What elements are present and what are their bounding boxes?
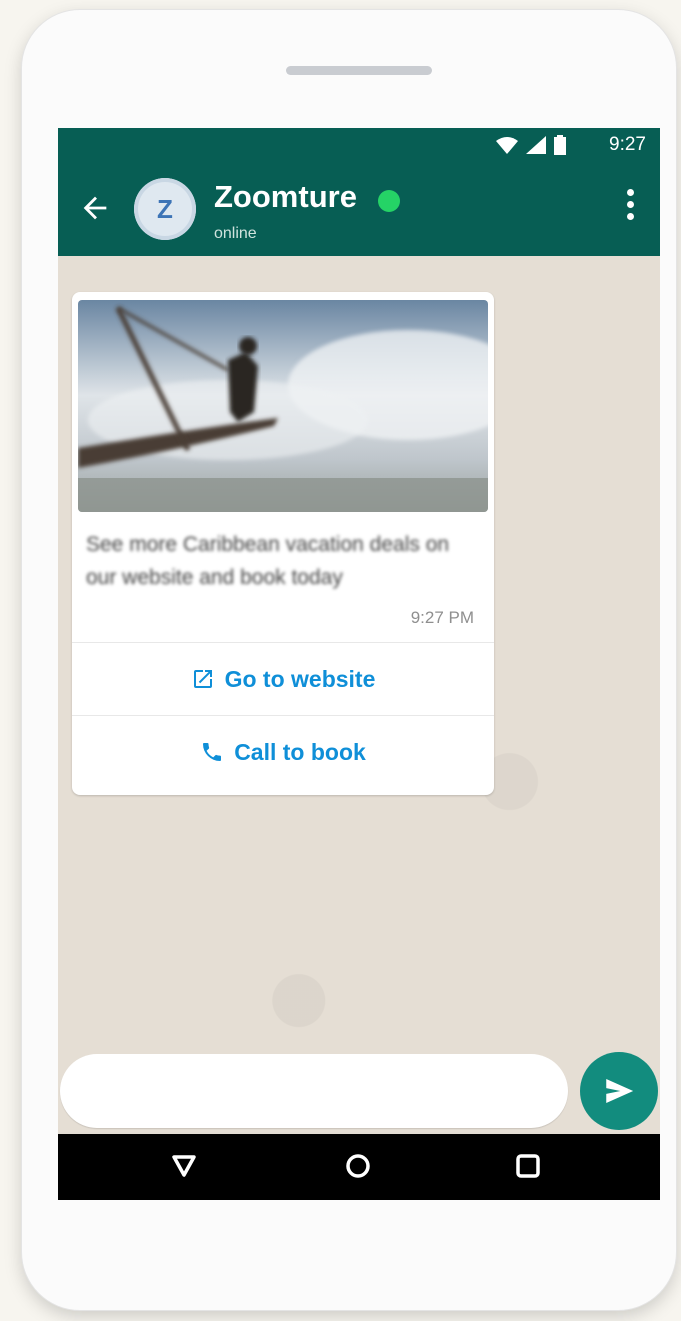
go-to-website-button[interactable]: Go to website [72,643,494,715]
battery-icon [554,135,566,155]
back-arrow-icon[interactable] [78,191,112,225]
contact-name[interactable]: Zoomture [214,179,357,215]
signal-icon [526,136,546,154]
phone-icon [203,743,222,761]
status-time: 9:27 [609,134,646,155]
chat-header: Z Zoomture online [58,161,660,256]
nav-home-icon[interactable] [344,1152,372,1180]
nav-recents-icon[interactable] [514,1152,542,1180]
screen: 9:27 Z Zoomture online See more Caribbea… [58,128,660,1200]
beach-fisherman-image [78,300,488,512]
verified-badge-icon [378,190,400,212]
menu-dot [627,189,634,196]
status-icons [496,135,566,155]
call-to-book-button[interactable]: Call to book [72,716,494,788]
external-link-icon [193,670,212,688]
message-input[interactable] [60,1054,568,1128]
avatar[interactable]: Z [134,178,196,240]
send-button[interactable] [580,1052,658,1130]
message-caption: See more Caribbean vacation deals on our… [86,533,450,589]
phone-frame: 9:27 Z Zoomture online See more Caribbea… [22,10,676,1310]
message-image[interactable] [78,300,488,512]
menu-dot [627,213,634,220]
call-to-book-label: Call to book [234,738,366,765]
message-bubble: See more Caribbean vacation deals on our… [72,292,494,795]
status-bar: 9:27 [58,128,660,161]
android-nav-bar [58,1134,660,1200]
menu-dot [627,201,634,208]
avatar-letter: Z [157,193,173,224]
nav-back-icon[interactable] [170,1152,198,1180]
wifi-icon [496,137,518,154]
message-time: 9:27 PM [410,608,474,627]
send-icon [606,1078,634,1104]
phone-speaker [286,66,432,75]
go-to-website-label: Go to website [224,665,376,692]
contact-status: online [214,225,257,242]
more-options-icon[interactable] [626,189,636,229]
